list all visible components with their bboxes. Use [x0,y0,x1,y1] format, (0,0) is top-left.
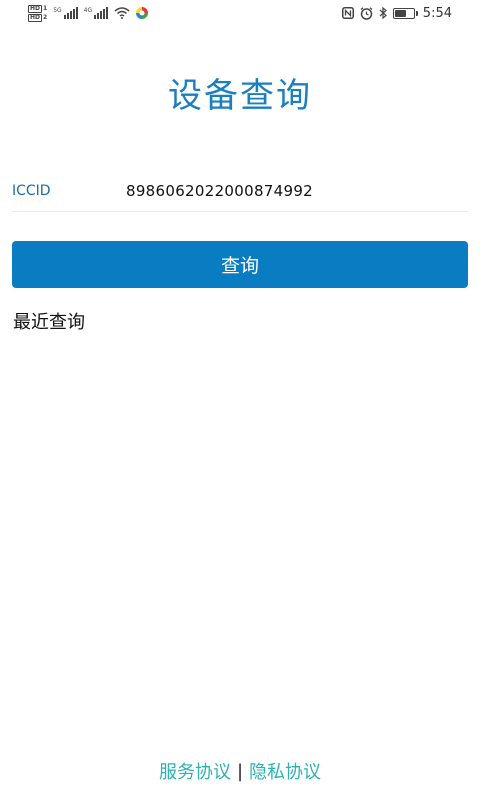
sim2-hd-indicator: HD 2 [28,13,48,22]
page-title: 设备查询 [168,76,312,116]
net-type-4g: 4G [83,7,93,14]
sim-indicators: HD 1 HD 2 [28,4,48,22]
iccid-label: ICCID [12,182,51,199]
iccid-input[interactable] [126,175,468,206]
battery-icon [392,7,418,19]
query-button[interactable]: 查询 [12,241,468,288]
bluetooth-icon [379,7,387,19]
sim1-number: 1 [43,4,48,12]
sim2-hd-label: HD [28,13,43,22]
status-bar: HD 1 HD 2 5G 4G 5:54 [0,0,480,26]
nfc-icon [341,7,354,19]
wifi-icon [114,7,130,19]
service-agreement-link[interactable]: 服务协议 [159,758,231,784]
status-bar-right: 5:54 [341,5,452,21]
alarm-icon [360,6,373,20]
net-type-5g: 5G [53,7,62,14]
iccid-row: ICCID [12,170,468,212]
sim1-hd-label: HD [28,4,43,13]
footer-separator: | [236,760,244,782]
sim1-hd-indicator: HD 1 [28,4,48,13]
signal-4g-icon: 4G [83,7,109,19]
sim2-number: 2 [43,13,48,21]
signal-5g-icon: 5G [53,7,78,19]
status-bar-left: HD 1 HD 2 5G 4G [28,4,149,22]
status-time: 5:54 [422,5,452,21]
privacy-agreement-link[interactable]: 隐私协议 [249,758,321,784]
device-query-screen: HD 1 HD 2 5G 4G 5:54 设备查询 ICCID 89860620… [0,0,480,800]
footer-links: 服务协议 | 隐私协议 [0,758,480,784]
app-notification-icon [136,7,149,19]
recent-queries-title: 最近查询 [13,312,85,333]
